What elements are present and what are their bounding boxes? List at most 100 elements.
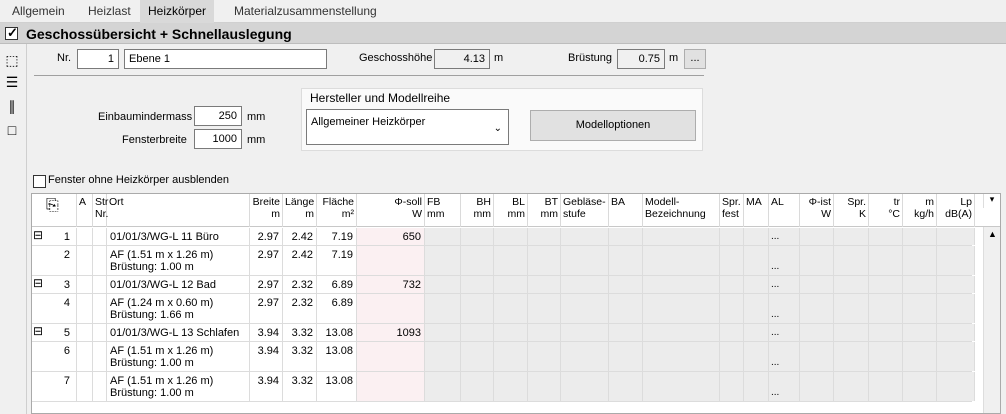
- cell-breite[interactable]: 2.97: [250, 294, 283, 323]
- cell-ort[interactable]: 01/01/3/WG-L 12 Bad: [107, 276, 250, 293]
- column-header[interactable]: BT mm: [528, 194, 561, 227]
- cell[interactable]: [461, 342, 494, 371]
- cell[interactable]: [937, 342, 975, 371]
- chevron-up-icon[interactable]: ▲: [988, 229, 997, 239]
- cell[interactable]: [609, 294, 643, 323]
- cell[interactable]: [720, 372, 744, 401]
- cell[interactable]: [643, 294, 720, 323]
- table-row[interactable]: 2 AF (1.51 m x 1.26 m) Brüstung: 1.00 m 2.9…: [32, 246, 975, 276]
- cell-phi[interactable]: [357, 342, 425, 371]
- cell[interactable]: [561, 372, 609, 401]
- cell[interactable]: [93, 372, 107, 401]
- cell[interactable]: [609, 372, 643, 401]
- column-header[interactable]: Lp dB(A): [937, 194, 975, 227]
- cell[interactable]: [93, 324, 107, 341]
- cell[interactable]: [744, 276, 769, 293]
- cell[interactable]: [561, 276, 609, 293]
- cell[interactable]: [77, 246, 93, 275]
- cell[interactable]: [561, 294, 609, 323]
- cell[interactable]: [528, 324, 561, 341]
- cell[interactable]: ...: [769, 246, 800, 275]
- cell[interactable]: [800, 294, 834, 323]
- cell[interactable]: [643, 276, 720, 293]
- cell[interactable]: [869, 246, 903, 275]
- cell-ort[interactable]: AF (1.51 m x 1.26 m) Brüstung: 1.00 m: [107, 372, 250, 401]
- cell[interactable]: [643, 228, 720, 245]
- cell-ort[interactable]: 01/01/3/WG-L 11 Büro: [107, 228, 250, 245]
- cell[interactable]: ...: [769, 276, 800, 293]
- cell-phi[interactable]: 650: [357, 228, 425, 245]
- cell[interactable]: [528, 276, 561, 293]
- tab-heizkoerper[interactable]: Heizkörper: [140, 0, 215, 23]
- column-menu-icon[interactable]: ▾: [983, 194, 1000, 208]
- tab-heizlast[interactable]: Heizlast: [80, 0, 139, 23]
- cell[interactable]: [425, 372, 461, 401]
- table-row[interactable]: 7 AF (1.51 m x 1.26 m) Brüstung: 1.00 m 3.9…: [32, 372, 975, 402]
- cell[interactable]: [77, 324, 93, 341]
- cell-ort[interactable]: AF (1.51 m x 1.26 m) Brüstung: 1.00 m: [107, 342, 250, 371]
- cell[interactable]: [800, 228, 834, 245]
- cell-phi[interactable]: [357, 372, 425, 401]
- cell[interactable]: [425, 246, 461, 275]
- cell[interactable]: [561, 342, 609, 371]
- cell-ort[interactable]: AF (1.24 m x 0.60 m) Brüstung: 1.66 m: [107, 294, 250, 323]
- table-row[interactable]: ⊟ 3 01/01/3/WG-L 12 Bad 2.97 2.32 6.89 732...: [32, 276, 975, 294]
- collapse-icon[interactable]: ⊟: [33, 229, 43, 241]
- fensterbreite-field[interactable]: 1000: [194, 129, 242, 149]
- cell-laenge[interactable]: 2.32: [283, 276, 317, 293]
- more-button[interactable]: ...: [684, 49, 706, 69]
- column-header[interactable]: A: [77, 194, 93, 227]
- modelloptionen-button[interactable]: Modelloptionen: [530, 110, 696, 141]
- cell[interactable]: [425, 228, 461, 245]
- cell[interactable]: [903, 342, 937, 371]
- column-header[interactable]: Spr. K: [834, 194, 869, 227]
- cell[interactable]: [744, 246, 769, 275]
- cell[interactable]: [461, 246, 494, 275]
- cell[interactable]: [561, 324, 609, 341]
- cell[interactable]: [800, 342, 834, 371]
- cell-flaeche[interactable]: 7.19: [317, 246, 357, 275]
- cell-phi[interactable]: 1093: [357, 324, 425, 341]
- cell-flaeche[interactable]: 13.08: [317, 372, 357, 401]
- cell[interactable]: [869, 276, 903, 293]
- table-row[interactable]: 4 AF (1.24 m x 0.60 m) Brüstung: 1.66 m 2.9…: [32, 294, 975, 324]
- cell[interactable]: [800, 276, 834, 293]
- list-settings-icon[interactable]: ☰: [4, 74, 20, 90]
- cell[interactable]: [93, 246, 107, 275]
- cell[interactable]: [720, 246, 744, 275]
- column-header[interactable]: Fläche m²: [317, 194, 357, 227]
- column-header[interactable]: Breite m: [250, 194, 283, 227]
- cell[interactable]: ...: [769, 372, 800, 401]
- cell[interactable]: [834, 324, 869, 341]
- column-header[interactable]: AL: [769, 194, 800, 227]
- cell-breite[interactable]: 3.94: [250, 372, 283, 401]
- cell[interactable]: [903, 294, 937, 323]
- cell[interactable]: [834, 294, 869, 323]
- cell[interactable]: [93, 276, 107, 293]
- cell[interactable]: [720, 228, 744, 245]
- cell[interactable]: [494, 246, 528, 275]
- cell[interactable]: [643, 324, 720, 341]
- cell[interactable]: [903, 372, 937, 401]
- cell[interactable]: [77, 342, 93, 371]
- cell[interactable]: [609, 342, 643, 371]
- cell[interactable]: [461, 276, 494, 293]
- column-header[interactable]: Str Nr.: [93, 194, 108, 227]
- cell-breite[interactable]: 3.94: [250, 324, 283, 341]
- cell-breite[interactable]: 2.97: [250, 228, 283, 245]
- floor-name-field[interactable]: Ebene 1: [124, 49, 327, 69]
- cube-icon[interactable]: ⬚: [4, 52, 20, 68]
- cell[interactable]: [720, 342, 744, 371]
- cell[interactable]: [744, 294, 769, 323]
- cell[interactable]: [720, 294, 744, 323]
- cell[interactable]: [834, 342, 869, 371]
- cell-laenge[interactable]: 3.32: [283, 342, 317, 371]
- cell[interactable]: [869, 228, 903, 245]
- cell-flaeche[interactable]: 7.19: [317, 228, 357, 245]
- vertical-scrollbar[interactable]: ▲: [983, 227, 1000, 413]
- column-header[interactable]: Φ-ist W: [800, 194, 834, 227]
- cell[interactable]: [744, 372, 769, 401]
- cell[interactable]: [77, 228, 93, 245]
- cell[interactable]: [609, 246, 643, 275]
- cell[interactable]: [834, 246, 869, 275]
